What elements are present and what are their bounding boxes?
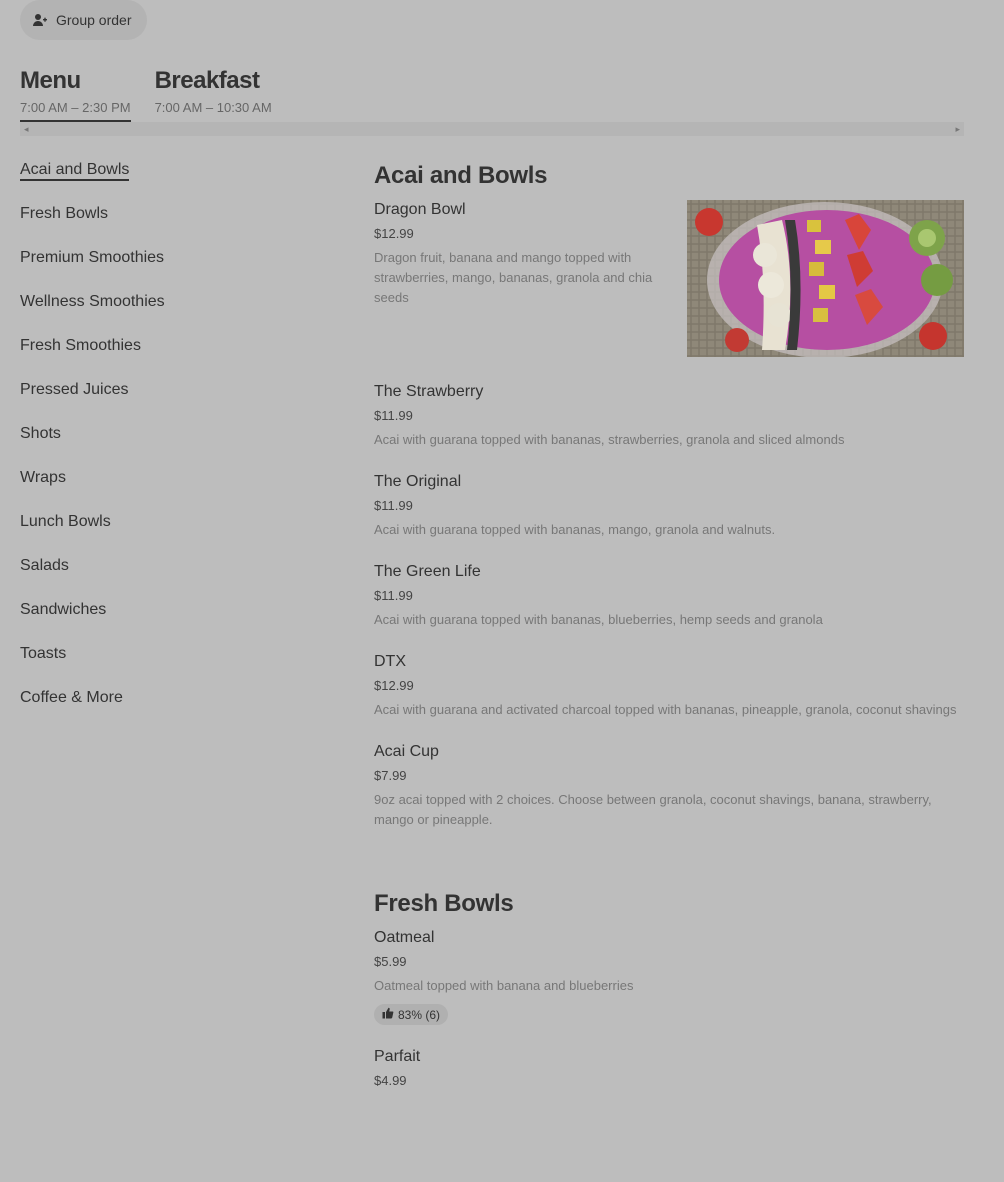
item-price: $12.99 — [374, 226, 414, 241]
scroll-right-icon[interactable]: ▸ — [951, 124, 964, 135]
menu-tabs: Menu 7:00 AM – 2:30 PM Breakfast 7:00 AM… — [20, 66, 272, 124]
item-name: Parfait — [374, 1048, 421, 1065]
rating-value: 83% (6) — [398, 1007, 441, 1022]
item-description: Acai with guarana and activated charcoal… — [374, 702, 957, 717]
tab-breakfast[interactable]: Breakfast 7:00 AM – 10:30 AM — [155, 66, 272, 124]
sidebar-item-coffee-and-more[interactable]: Coffee & More — [20, 686, 340, 730]
sidebar-item-label: Wellness Smoothies — [20, 293, 165, 310]
sidebar-item-label: Shots — [20, 425, 61, 442]
item-price: $5.99 — [374, 954, 407, 969]
scroll-left-icon[interactable]: ◂ — [20, 124, 33, 135]
item-name: Dragon Bowl — [374, 201, 466, 218]
dragon-bowl-image[interactable] — [687, 200, 964, 357]
sidebar-item-label: Salads — [20, 557, 69, 574]
person-add-icon — [32, 12, 48, 28]
sidebar-item-label: Acai and Bowls — [20, 161, 130, 181]
sidebar-item-label: Fresh Smoothies — [20, 337, 141, 354]
sidebar-item-label: Toasts — [20, 645, 67, 662]
item-name: Oatmeal — [374, 929, 435, 946]
item-price: $11.99 — [374, 408, 413, 423]
item-description: Dragon fruit, banana and mango topped wi… — [374, 250, 653, 305]
sidebar-item-shots[interactable]: Shots — [20, 422, 340, 466]
sidebar-item-label: Sandwiches — [20, 601, 107, 618]
sidebar-item-pressed-juices[interactable]: Pressed Juices — [20, 378, 340, 422]
sidebar-item-label: Lunch Bowls — [20, 513, 111, 530]
item-price: $12.99 — [374, 678, 414, 693]
sidebar-item-toasts[interactable]: Toasts — [20, 642, 340, 686]
item-description: Acai with guarana topped with bananas, b… — [374, 612, 823, 627]
item-name: DTX — [374, 653, 406, 670]
menu-item-the-strawberry[interactable]: The Strawberry $11.99 Acai with guarana … — [374, 382, 964, 450]
menu-item-parfait[interactable]: Parfait $4.99 — [374, 1047, 964, 1089]
sidebar-item-label: Wraps — [20, 469, 66, 486]
group-order-button[interactable]: Group order — [20, 0, 148, 40]
item-description: Acai with guarana topped with bananas, m… — [374, 522, 776, 537]
item-name: The Green Life — [374, 563, 481, 580]
tab-title: Menu — [20, 67, 81, 94]
sidebar-item-lunch-bowls[interactable]: Lunch Bowls — [20, 510, 340, 554]
sidebar-item-label: Pressed Juices — [20, 381, 129, 398]
menu-content: Acai and Bowls Dragon Bowl $12.99 Dragon… — [374, 160, 964, 1111]
sidebar-item-acai-and-bowls[interactable]: Acai and Bowls — [20, 158, 340, 202]
horizontal-scrollbar[interactable]: ◂ ▸ — [20, 122, 964, 136]
item-price: $4.99 — [374, 1073, 407, 1088]
category-sidebar: Acai and Bowls Fresh Bowls Premium Smoot… — [20, 158, 340, 730]
item-price: $11.99 — [374, 498, 413, 513]
item-name: Acai Cup — [374, 743, 439, 760]
item-description: Oatmeal topped with banana and blueberri… — [374, 978, 634, 993]
menu-item-dtx[interactable]: DTX $12.99 Acai with guarana and activat… — [374, 652, 964, 720]
sidebar-item-fresh-bowls[interactable]: Fresh Bowls — [20, 202, 340, 246]
item-price: $11.99 — [374, 588, 413, 603]
tab-title: Breakfast — [154, 67, 260, 94]
menu-item-dragon-bowl[interactable]: Dragon Bowl $12.99 Dragon fruit, banana … — [374, 200, 964, 360]
menu-item-acai-cup[interactable]: Acai Cup $7.99 9oz acai topped with 2 ch… — [374, 742, 964, 830]
thumbs-up-icon — [382, 1007, 394, 1022]
sidebar-item-sandwiches[interactable]: Sandwiches — [20, 598, 340, 642]
item-name: The Original — [374, 473, 462, 490]
sidebar-item-fresh-smoothies[interactable]: Fresh Smoothies — [20, 334, 340, 378]
sidebar-item-label: Coffee & More — [20, 689, 123, 706]
item-price: $7.99 — [374, 768, 407, 783]
sidebar-item-wraps[interactable]: Wraps — [20, 466, 340, 510]
rating-badge: 83% (6) — [374, 1004, 449, 1025]
tab-hours: 7:00 AM – 2:30 PM — [20, 100, 131, 115]
section-title: Acai and Bowls — [374, 162, 548, 189]
sidebar-item-wellness-smoothies[interactable]: Wellness Smoothies — [20, 290, 340, 334]
tab-menu[interactable]: Menu 7:00 AM – 2:30 PM — [20, 66, 131, 124]
menu-item-the-green-life[interactable]: The Green Life $11.99 Acai with guarana … — [374, 562, 964, 630]
sidebar-item-label: Premium Smoothies — [20, 249, 165, 266]
tab-hours: 7:00 AM – 10:30 AM — [154, 100, 272, 115]
sidebar-item-salads[interactable]: Salads — [20, 554, 340, 598]
item-description: Acai with guarana topped with bananas, s… — [374, 432, 845, 447]
group-order-label: Group order — [56, 12, 132, 28]
sidebar-item-premium-smoothies[interactable]: Premium Smoothies — [20, 246, 340, 290]
menu-item-oatmeal[interactable]: Oatmeal $5.99 Oatmeal topped with banana… — [374, 928, 964, 1025]
section-title: Fresh Bowls — [374, 890, 514, 917]
menu-item-the-original[interactable]: The Original $11.99 Acai with guarana to… — [374, 472, 964, 540]
sidebar-item-label: Fresh Bowls — [20, 205, 109, 222]
item-description: 9oz acai topped with 2 choices. Choose b… — [374, 792, 932, 827]
item-name: The Strawberry — [374, 383, 484, 400]
